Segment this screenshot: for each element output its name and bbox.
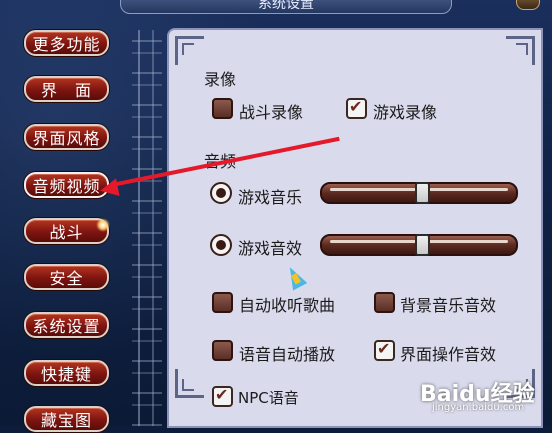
npc-voice-checkbox[interactable] <box>212 385 233 407</box>
close-button[interactable] <box>516 0 540 10</box>
corner-ornament <box>175 36 204 65</box>
effects-slider-thumb[interactable] <box>415 234 430 256</box>
auto-song-label: 自动收听歌曲 <box>239 296 336 315</box>
watermark-url: jingyan.baidu.com <box>432 402 525 413</box>
sparkle-icon <box>96 218 110 232</box>
bg-music-checkbox[interactable] <box>374 292 395 313</box>
voice-autoplay-checkbox[interactable] <box>212 340 233 361</box>
music-slider-thumb[interactable] <box>415 182 430 204</box>
effects-label: 游戏音效 <box>238 239 303 258</box>
menu-treasure-map-button[interactable]: 藏宝图 <box>24 406 109 432</box>
menu-audio-video-button[interactable]: 音频视频 <box>24 172 109 198</box>
menu-system-settings-button[interactable]: 系统设置 <box>24 312 109 338</box>
auto-song-checkbox[interactable] <box>212 292 233 313</box>
bg-music-label: 背景音乐音效 <box>400 296 497 315</box>
music-label: 游戏音乐 <box>238 188 303 207</box>
battle-record-label: 战斗录像 <box>239 103 304 122</box>
battle-record-checkbox[interactable] <box>212 98 233 119</box>
music-radio[interactable] <box>210 182 232 204</box>
voice-autoplay-label: 语音自动播放 <box>239 345 336 364</box>
menu-security-button[interactable]: 安全 <box>24 264 109 290</box>
ui-sound-checkbox[interactable] <box>374 339 395 361</box>
window-title: 系统设置 <box>120 0 452 14</box>
corner-ornament <box>175 369 204 398</box>
effects-radio[interactable] <box>210 234 232 256</box>
window-frame: 系统设置 更多功能 界 面 界面风格 音频视频 战斗 安全 系统设置 快捷键 藏… <box>0 0 552 432</box>
corner-ornament <box>506 36 535 65</box>
annotation-arrow-head <box>98 178 120 200</box>
music-slider[interactable] <box>320 182 518 204</box>
game-record-checkbox[interactable] <box>346 97 367 119</box>
effects-slider[interactable] <box>320 234 518 256</box>
decorative-border <box>132 30 162 426</box>
game-record-label: 游戏录像 <box>373 103 438 122</box>
menu-interface-button[interactable]: 界 面 <box>24 76 109 102</box>
npc-voice-label: NPC语音 <box>238 389 299 407</box>
video-heading: 录像 <box>204 70 237 89</box>
menu-more-features-button[interactable]: 更多功能 <box>24 30 109 56</box>
menu-shortcuts-button[interactable]: 快捷键 <box>24 360 109 386</box>
menu-interface-style-button[interactable]: 界面风格 <box>24 124 109 150</box>
ui-sound-label: 界面操作音效 <box>400 345 497 364</box>
